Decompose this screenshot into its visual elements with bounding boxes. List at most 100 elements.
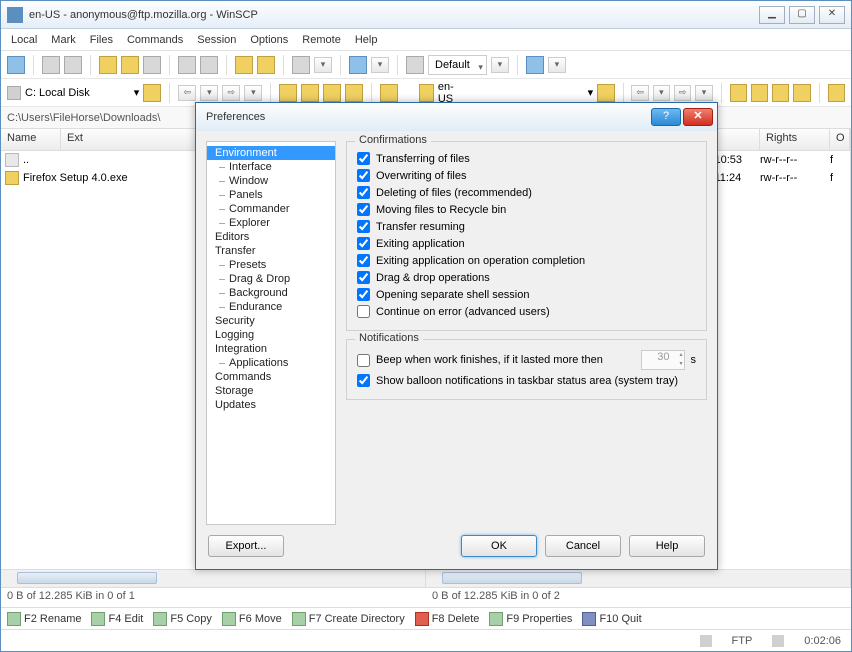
right-scrollbar[interactable] bbox=[426, 569, 850, 587]
tree-node-interface[interactable]: Interface bbox=[207, 160, 335, 174]
checkbox[interactable] bbox=[357, 220, 370, 233]
maximize-button[interactable]: ▢ bbox=[789, 6, 815, 24]
tree-node-applications[interactable]: Applications bbox=[207, 356, 335, 370]
toolbar-icon[interactable] bbox=[121, 56, 139, 74]
toolbar-icon[interactable] bbox=[178, 56, 196, 74]
folder-icon[interactable] bbox=[279, 84, 297, 102]
checkbox[interactable] bbox=[357, 203, 370, 216]
refresh-icon[interactable] bbox=[793, 84, 810, 102]
checkbox[interactable] bbox=[357, 354, 370, 367]
close-button[interactable]: ✕ bbox=[819, 6, 845, 24]
fk-properties[interactable]: F9 Properties bbox=[489, 612, 572, 626]
fk-delete[interactable]: F8 Delete bbox=[415, 612, 480, 626]
dialog-close-button[interactable]: ✕ bbox=[683, 108, 713, 126]
tree-node-logging[interactable]: Logging bbox=[207, 328, 335, 342]
forward-button[interactable]: ⇨ bbox=[222, 85, 240, 101]
help-button[interactable]: Help bbox=[629, 535, 705, 557]
menu-session[interactable]: Session bbox=[197, 34, 236, 46]
toolbar-dropdown[interactable]: ▾ bbox=[314, 57, 332, 73]
menu-options[interactable]: Options bbox=[250, 34, 288, 46]
tree-node-transfer[interactable]: Transfer bbox=[207, 244, 335, 258]
toolbar-icon[interactable] bbox=[200, 56, 218, 74]
tree-node-drag-drop[interactable]: Drag & Drop bbox=[207, 272, 335, 286]
forward-button[interactable]: ⇨ bbox=[674, 85, 691, 101]
toolbar-icon[interactable] bbox=[64, 56, 82, 74]
back-button[interactable]: ⇦ bbox=[178, 85, 196, 101]
checkbox-row[interactable]: Drag & drop operations bbox=[357, 269, 696, 286]
checkbox-row[interactable]: Beep when work finishes, if it lasted mo… bbox=[357, 348, 696, 372]
fk-rename[interactable]: F2 Rename bbox=[7, 612, 81, 626]
menu-commands[interactable]: Commands bbox=[127, 34, 183, 46]
checkbox-row[interactable]: Continue on error (advanced users) bbox=[357, 303, 696, 320]
menu-help[interactable]: Help bbox=[355, 34, 378, 46]
toolbar-icon[interactable] bbox=[292, 56, 310, 74]
column-owner[interactable]: O bbox=[830, 129, 850, 150]
tree-node-editors[interactable]: Editors bbox=[207, 230, 335, 244]
toolbar-icon[interactable] bbox=[257, 56, 275, 74]
menu-files[interactable]: Files bbox=[90, 34, 113, 46]
checkbox-row[interactable]: Show balloon notifications in taskbar st… bbox=[357, 372, 696, 389]
tree-node-storage[interactable]: Storage bbox=[207, 384, 335, 398]
tree-node-commander[interactable]: Commander bbox=[207, 202, 335, 216]
sync-icon[interactable] bbox=[380, 84, 398, 102]
fk-edit[interactable]: F4 Edit bbox=[91, 612, 143, 626]
dialog-help-button[interactable]: ? bbox=[651, 108, 681, 126]
checkbox[interactable] bbox=[357, 169, 370, 182]
folder-icon[interactable] bbox=[597, 84, 614, 102]
ok-button[interactable]: OK bbox=[461, 535, 537, 557]
fk-mkdir[interactable]: F7 Create Directory bbox=[292, 612, 405, 626]
folder-icon[interactable] bbox=[143, 84, 161, 102]
folder-icon[interactable] bbox=[751, 84, 768, 102]
beep-seconds-spinner[interactable]: 30 bbox=[641, 350, 685, 370]
tree-node-explorer[interactable]: Explorer bbox=[207, 216, 335, 230]
toolbar-icon[interactable] bbox=[349, 56, 367, 74]
nav-dropdown[interactable]: ▾ bbox=[653, 85, 670, 101]
toolbar-icon[interactable] bbox=[406, 56, 424, 74]
nav-dropdown[interactable]: ▾ bbox=[244, 85, 262, 101]
nav-dropdown[interactable]: ▾ bbox=[695, 85, 712, 101]
checkbox[interactable] bbox=[357, 237, 370, 250]
menu-remote[interactable]: Remote bbox=[302, 34, 341, 46]
tree-node-background[interactable]: Background bbox=[207, 286, 335, 300]
checkbox-row[interactable]: Exiting application bbox=[357, 235, 696, 252]
folder-icon[interactable] bbox=[301, 84, 319, 102]
column-rights[interactable]: Rights bbox=[760, 129, 830, 150]
tree-node-endurance[interactable]: Endurance bbox=[207, 300, 335, 314]
folder-icon[interactable] bbox=[730, 84, 747, 102]
tree-node-integration[interactable]: Integration bbox=[207, 342, 335, 356]
minimize-button[interactable]: ▁ bbox=[759, 6, 785, 24]
refresh-icon[interactable] bbox=[345, 84, 363, 102]
toolbar-dropdown[interactable]: ▾ bbox=[491, 57, 509, 73]
left-scrollbar[interactable] bbox=[1, 569, 425, 587]
checkbox[interactable] bbox=[357, 305, 370, 318]
checkbox-row[interactable]: Overwriting of files bbox=[357, 167, 696, 184]
fk-move[interactable]: F6 Move bbox=[222, 612, 282, 626]
checkbox-row[interactable]: Opening separate shell session bbox=[357, 286, 696, 303]
home-icon[interactable] bbox=[323, 84, 341, 102]
toolbar-dropdown[interactable]: ▾ bbox=[371, 57, 389, 73]
column-name[interactable]: Name bbox=[1, 129, 61, 150]
fk-quit[interactable]: F10 Quit bbox=[582, 612, 641, 626]
tree-node-updates[interactable]: Updates bbox=[207, 398, 335, 412]
checkbox[interactable] bbox=[357, 374, 370, 387]
checkbox-row[interactable]: Transfer resuming bbox=[357, 218, 696, 235]
toolbar-dropdown[interactable]: ▾ bbox=[548, 57, 566, 73]
menu-mark[interactable]: Mark bbox=[51, 34, 75, 46]
nav-dropdown[interactable]: ▾ bbox=[200, 85, 218, 101]
tree-node-panels[interactable]: Panels bbox=[207, 188, 335, 202]
checkbox-row[interactable]: Moving files to Recycle bin bbox=[357, 201, 696, 218]
tree-node-environment[interactable]: Environment bbox=[207, 146, 335, 160]
preferences-tree[interactable]: EnvironmentInterfaceWindowPanelsCommande… bbox=[206, 141, 336, 525]
tree-node-commands[interactable]: Commands bbox=[207, 370, 335, 384]
toolbar-icon[interactable] bbox=[42, 56, 60, 74]
cancel-button[interactable]: Cancel bbox=[545, 535, 621, 557]
back-button[interactable]: ⇦ bbox=[631, 85, 648, 101]
checkbox[interactable] bbox=[357, 288, 370, 301]
tree-node-security[interactable]: Security bbox=[207, 314, 335, 328]
checkbox[interactable] bbox=[357, 271, 370, 284]
left-drive-combo[interactable]: C: Local Disk ▾ bbox=[7, 86, 139, 100]
toolbar-icon[interactable] bbox=[99, 56, 117, 74]
toolbar-icon[interactable] bbox=[143, 56, 161, 74]
toolbar-icon[interactable] bbox=[235, 56, 253, 74]
find-icon[interactable] bbox=[828, 84, 845, 102]
